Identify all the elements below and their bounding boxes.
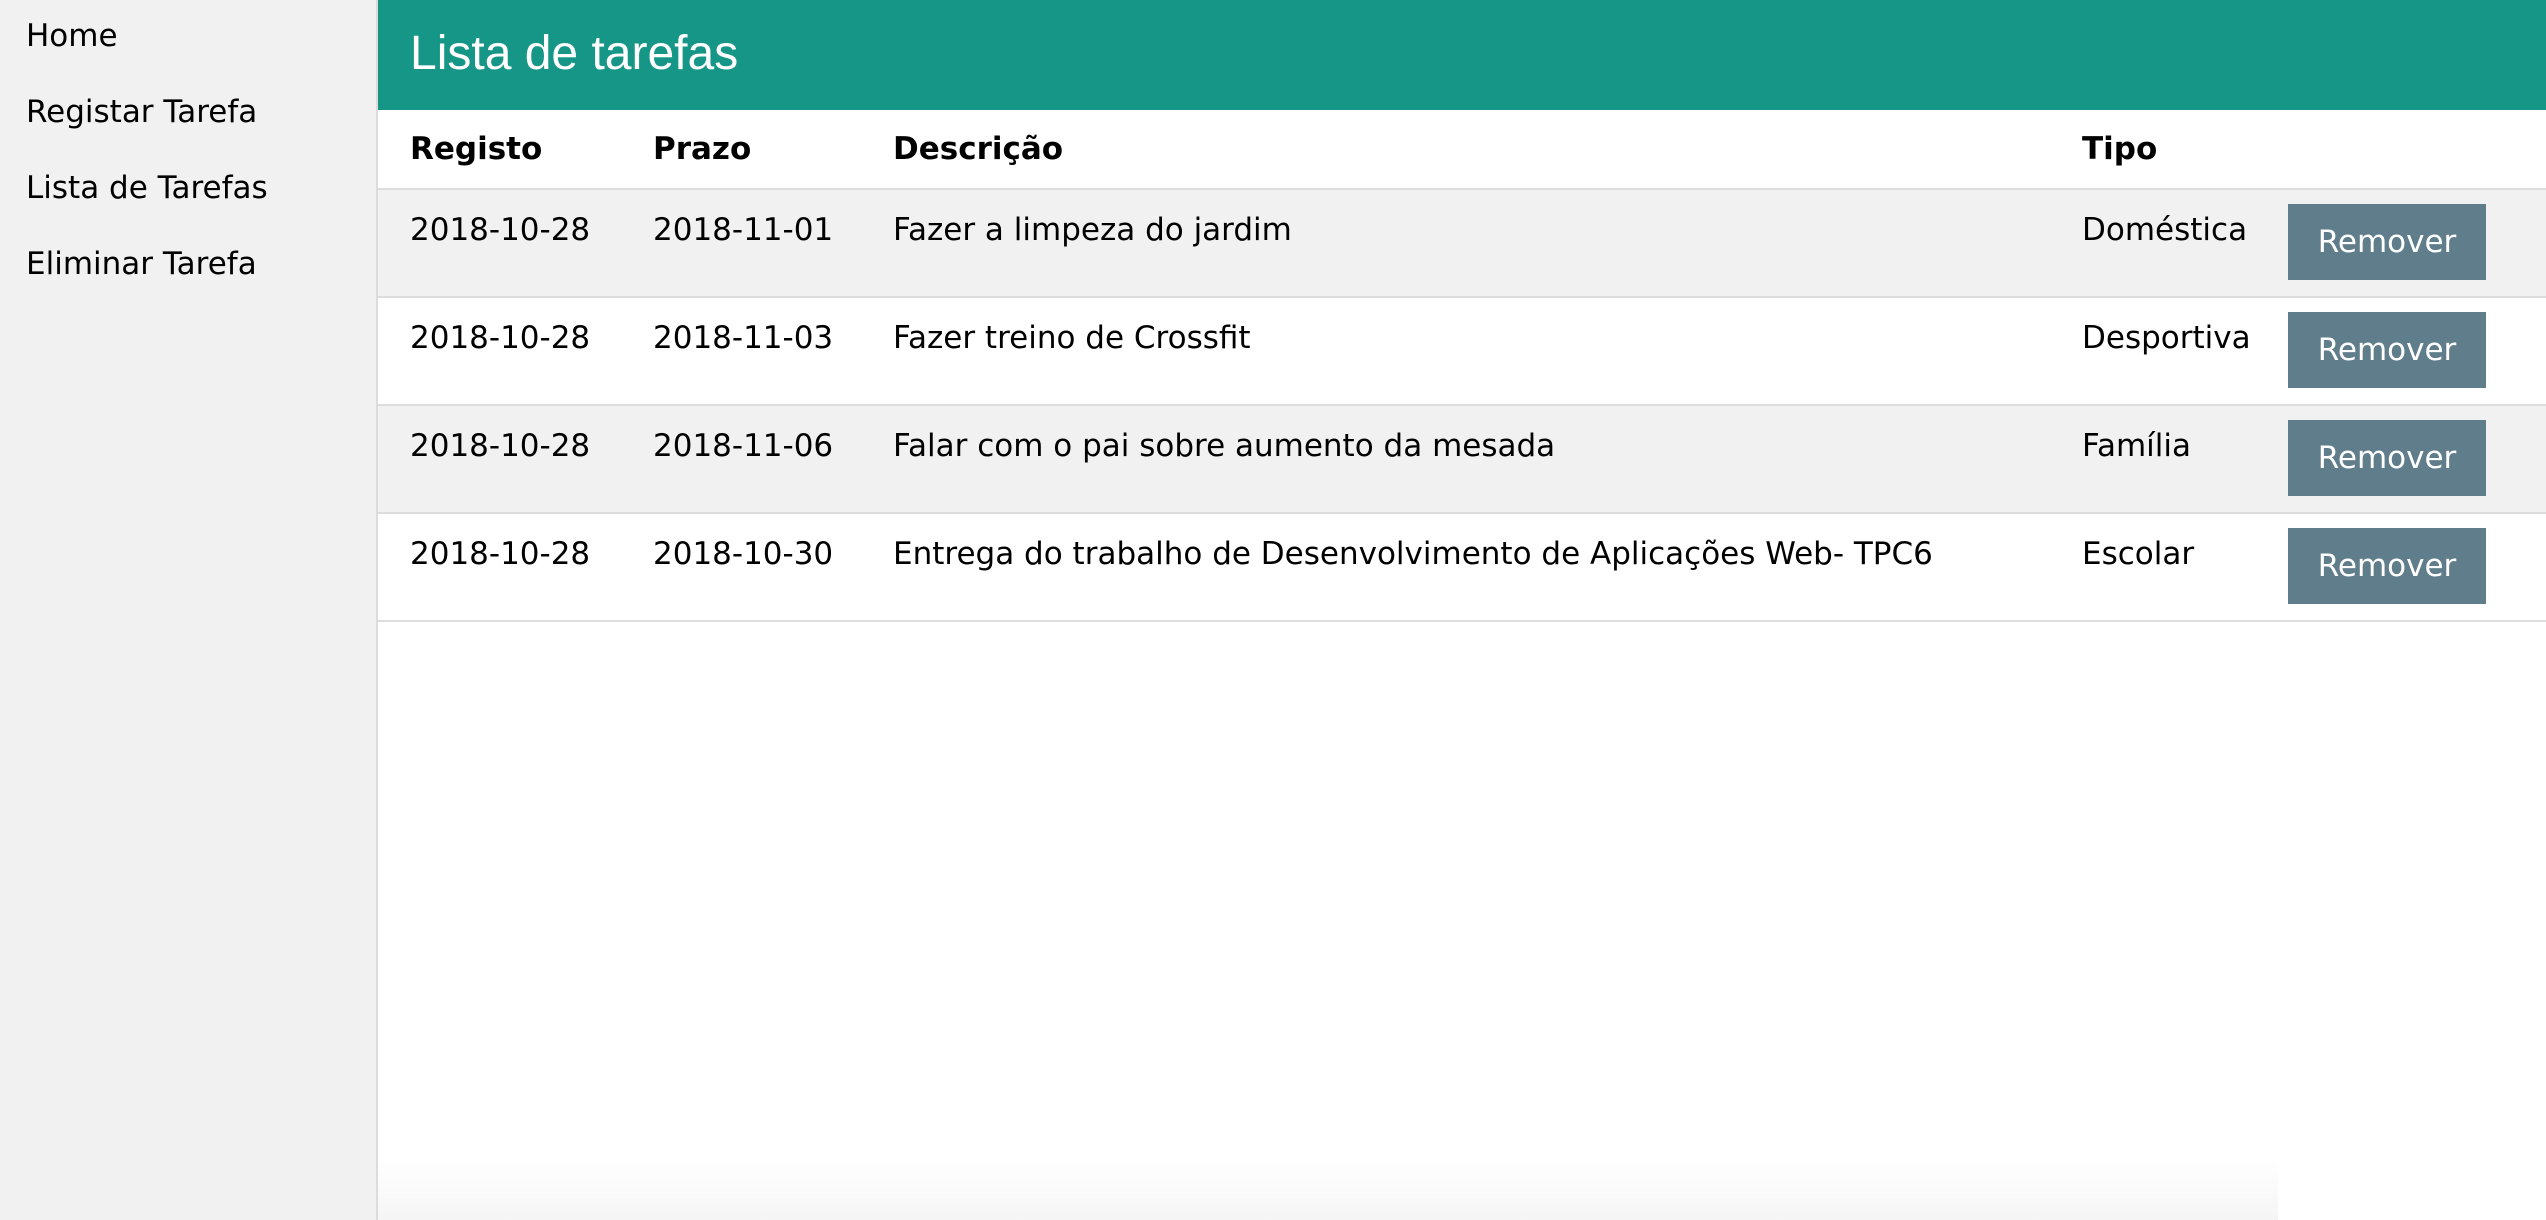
cell-tipo: Doméstica xyxy=(2050,189,2272,298)
table-row: 2018-10-28 2018-11-06 Falar com o pai so… xyxy=(378,405,2546,514)
sidebar-item-lista-de-tarefas[interactable]: Lista de Tarefas xyxy=(0,152,376,228)
cell-registo: 2018-10-28 xyxy=(378,189,621,298)
cell-descricao: Fazer a limpeza do jardim xyxy=(861,189,2050,298)
remove-button[interactable]: Remover xyxy=(2288,204,2486,280)
cell-prazo: 2018-11-06 xyxy=(621,405,861,514)
cell-prazo: 2018-11-01 xyxy=(621,189,861,298)
remove-button[interactable]: Remover xyxy=(2288,528,2486,604)
sidebar-item-home[interactable]: Home xyxy=(0,0,376,76)
cell-action: Remover xyxy=(2272,297,2546,406)
column-header-prazo: Prazo xyxy=(621,110,861,190)
table-header-row: Registo Prazo Descrição Tipo xyxy=(378,110,2546,190)
cell-descricao: Entrega do trabalho de Desenvolvimento d… xyxy=(861,513,2050,622)
cell-descricao: Fazer treino de Crossfit xyxy=(861,297,2050,406)
cell-action: Remover xyxy=(2272,513,2546,622)
cell-tipo: Escolar xyxy=(2050,513,2272,622)
cell-prazo: 2018-11-03 xyxy=(621,297,861,406)
sidebar-item-eliminar-tarefa[interactable]: Eliminar Tarefa xyxy=(0,228,376,304)
table-row: 2018-10-28 2018-11-01 Fazer a limpeza do… xyxy=(378,189,2546,298)
tasks-table: Registo Prazo Descrição Tipo 2018-10-28 … xyxy=(378,110,2546,622)
sidebar-item-registar-tarefa[interactable]: Registar Tarefa xyxy=(0,76,376,152)
table-row: 2018-10-28 2018-11-03 Fazer treino de Cr… xyxy=(378,297,2546,406)
cell-descricao: Falar com o pai sobre aumento da mesada xyxy=(861,405,2050,514)
page-header: Lista de tarefas xyxy=(378,0,2546,110)
cell-tipo: Família xyxy=(2050,405,2272,514)
cell-registo: 2018-10-28 xyxy=(378,405,621,514)
cell-registo: 2018-10-28 xyxy=(378,297,621,406)
page-title: Lista de tarefas xyxy=(410,26,739,80)
column-header-registo: Registo xyxy=(378,110,621,190)
cell-registo: 2018-10-28 xyxy=(378,513,621,622)
cell-action: Remover xyxy=(2272,189,2546,298)
table-row: 2018-10-28 2018-10-30 Entrega do trabalh… xyxy=(378,513,2546,622)
main-content: Lista de tarefas Registo Prazo Descrição… xyxy=(378,0,2546,1220)
cell-action: Remover xyxy=(2272,405,2546,514)
cell-prazo: 2018-10-30 xyxy=(621,513,861,622)
sidebar: Home Registar Tarefa Lista de Tarefas El… xyxy=(0,0,378,1220)
cell-tipo: Desportiva xyxy=(2050,297,2272,406)
column-header-tipo: Tipo xyxy=(2050,110,2272,190)
remove-button[interactable]: Remover xyxy=(2288,420,2486,496)
remove-button[interactable]: Remover xyxy=(2288,312,2486,388)
column-header-descricao: Descrição xyxy=(861,110,2050,190)
column-header-action xyxy=(2272,110,2546,190)
